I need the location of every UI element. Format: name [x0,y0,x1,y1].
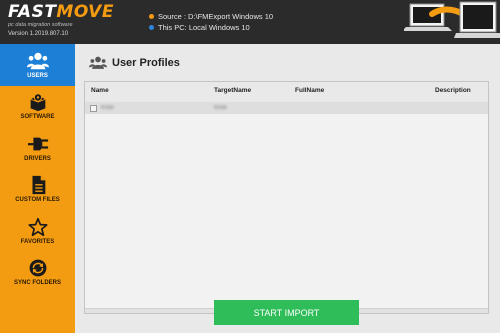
column-header-name[interactable]: Name [91,87,109,94]
start-import-button[interactable]: START IMPORT [214,300,359,325]
app-header: FASTMOVE pc data migration software Vers… [0,0,500,44]
users-icon [89,56,107,69]
sidebar-item-label: FAVORITES [20,238,55,245]
source-status-dot-icon [149,14,154,19]
logo-tagline: pc data migration software [8,22,73,28]
app-logo: FASTMOVE pc data migration software Vers… [8,2,113,38]
main-panel: User Profiles Name TargetName FullName D… [75,44,500,333]
sidebar-item-users[interactable]: USERS [0,44,75,86]
sidebar-item-label: SYNC FOLDERS [13,280,61,287]
source-label: Source : D:\FMExport Windows 10 [158,12,274,21]
table-row[interactable]: Kree Kree [85,101,488,114]
laptop-transfer-illustration-icon [404,1,500,38]
sidebar-item-custom-files[interactable]: CUSTOM FILES [0,169,75,211]
column-header-description[interactable]: Description [435,87,471,94]
logo-move-text: MOVE [56,2,114,22]
logo-fast-text: FAST [8,2,57,22]
sidebar: USERS SOFTWARE DRIVERS CUSTOM FILES FAVO… [0,44,75,333]
row-checkbox[interactable] [90,105,97,112]
sidebar-item-favorites[interactable]: FAVORITES [0,210,75,252]
sidebar-item-label: SOFTWARE [20,114,55,121]
user-profiles-table: Name TargetName FullName Description Kre… [84,81,489,314]
sidebar-item-label: DRIVERS [24,155,51,162]
page-title: User Profiles [112,56,180,69]
page-header: User Profiles [89,56,180,69]
column-header-full-name[interactable]: FullName [295,87,324,94]
cell-name: Kree [101,105,114,111]
sidebar-item-drivers[interactable]: DRIVERS [0,127,75,169]
target-info: This PC: Local Windows 10 [149,22,273,33]
sidebar-item-label: CUSTOM FILES [15,197,60,204]
sidebar-item-software[interactable]: SOFTWARE [0,86,75,128]
cell-target-name: Kree [214,105,227,111]
connection-info: Source : D:\FMExport Windows 10 This PC:… [149,11,273,33]
column-header-target-name[interactable]: TargetName [214,87,251,94]
target-label: This PC: Local Windows 10 [158,23,250,32]
app-version: Version 1.2019.807.10 [8,31,69,37]
users-icon [26,52,49,69]
table-header: Name TargetName FullName Description [85,82,488,101]
sync-icon [29,259,46,277]
source-info: Source : D:\FMExport Windows 10 [149,11,273,22]
target-status-dot-icon [149,25,154,30]
file-icon [32,176,45,195]
sidebar-item-label: USERS [27,72,48,79]
sidebar-item-sync-folders[interactable]: SYNC FOLDERS [0,252,75,294]
star-icon [27,217,48,236]
software-box-icon [30,93,45,112]
plug-icon [27,137,48,151]
